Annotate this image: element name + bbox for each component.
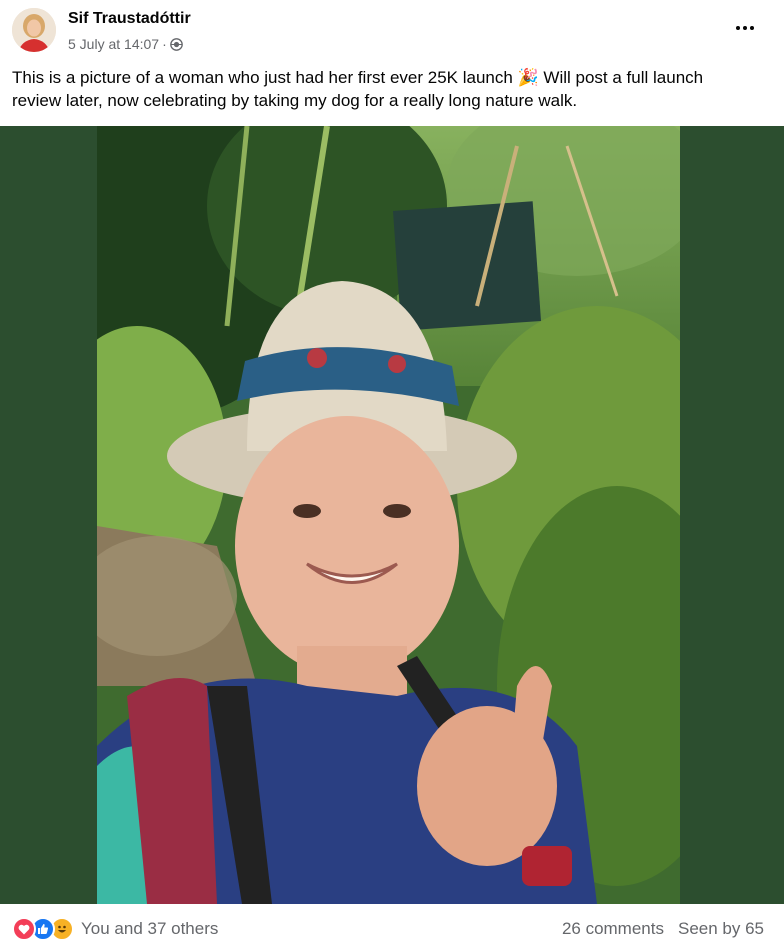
post-photo[interactable] <box>97 126 680 904</box>
post-header: Sif Traustadóttir 5 July at 14:07 · <box>0 0 784 64</box>
dot <box>736 26 740 30</box>
meta-separator: · <box>162 36 167 52</box>
avatar[interactable] <box>12 8 56 52</box>
photo-backdrop <box>0 126 784 904</box>
comments-count[interactable]: 26 comments <box>562 919 664 939</box>
dot <box>743 26 747 30</box>
timestamp[interactable]: 5 July at 14:07 <box>68 36 159 52</box>
author-name[interactable]: Sif Traustadóttir <box>68 10 191 28</box>
reaction-count: You and 37 others <box>81 919 219 938</box>
post-text: This is a picture of a woman who just ha… <box>12 66 772 112</box>
post-footer: You and 37 others 26 comments Seen by 65 <box>0 904 784 950</box>
dot <box>750 26 754 30</box>
post-meta: 5 July at 14:07 · <box>68 36 183 52</box>
seen-count[interactable]: Seen by 65 <box>678 919 764 939</box>
globe-icon <box>169 37 183 51</box>
reactions-summary[interactable]: You and 37 others <box>12 917 218 941</box>
post-stats: 26 comments Seen by 65 <box>562 919 764 939</box>
post-text-line-2: review later, now celebrating by taking … <box>12 91 578 110</box>
love-icon <box>12 917 36 941</box>
post-text-line-1: This is a picture of a woman who just ha… <box>12 68 704 87</box>
more-options-button[interactable] <box>730 18 760 38</box>
